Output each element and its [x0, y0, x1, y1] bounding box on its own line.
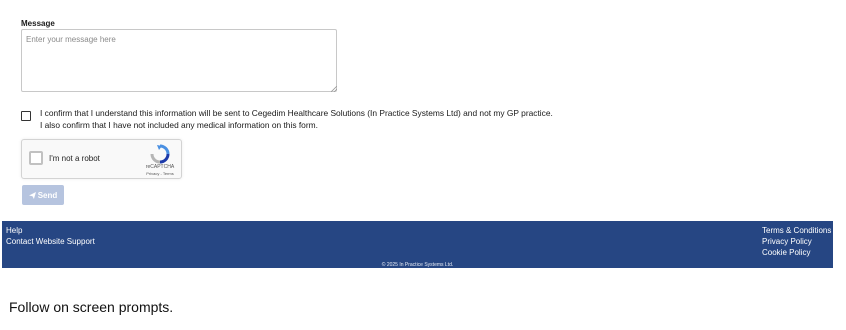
- recaptcha-checkbox[interactable]: [29, 151, 43, 165]
- paper-plane-icon: [28, 191, 36, 199]
- footer-link-contact-support[interactable]: Contact Website Support: [6, 237, 95, 246]
- recaptcha-logo-icon: [150, 144, 170, 164]
- send-label: Send: [37, 190, 58, 200]
- recaptcha-brand: reCAPTCHA: [145, 164, 175, 170]
- footer-link-privacy[interactable]: Privacy Policy: [762, 237, 812, 246]
- footer-link-terms[interactable]: Terms & Conditions: [762, 226, 831, 235]
- recaptcha-links: Privacy - Terms: [139, 171, 181, 176]
- confirm-text: I confirm that I understand this informa…: [40, 107, 553, 131]
- resize-grip-icon[interactable]: [331, 86, 337, 92]
- message-label: Message: [21, 19, 55, 28]
- confirm-line-2: I also confirm that I have not included …: [40, 120, 318, 130]
- footer-link-help[interactable]: Help: [6, 226, 22, 235]
- confirm-checkbox[interactable]: [21, 111, 31, 121]
- confirm-line-1: I confirm that I understand this informa…: [40, 108, 553, 118]
- recaptcha-label: I'm not a robot: [49, 154, 100, 163]
- footer-copyright: © 2025 In Practice Systems Ltd.: [381, 262, 454, 268]
- recaptcha-privacy-link[interactable]: Privacy: [146, 171, 159, 176]
- caption-text: Follow on screen prompts.: [9, 299, 174, 315]
- message-textarea[interactable]: [21, 29, 337, 92]
- recaptcha-widget: I'm not a robot reCAPTCHA Privacy - Term…: [21, 139, 182, 179]
- footer-link-cookie[interactable]: Cookie Policy: [762, 248, 810, 257]
- recaptcha-terms-link[interactable]: Terms: [163, 171, 174, 176]
- site-footer: Help Contact Website Support Terms & Con…: [2, 221, 833, 268]
- send-button[interactable]: Send: [22, 185, 64, 205]
